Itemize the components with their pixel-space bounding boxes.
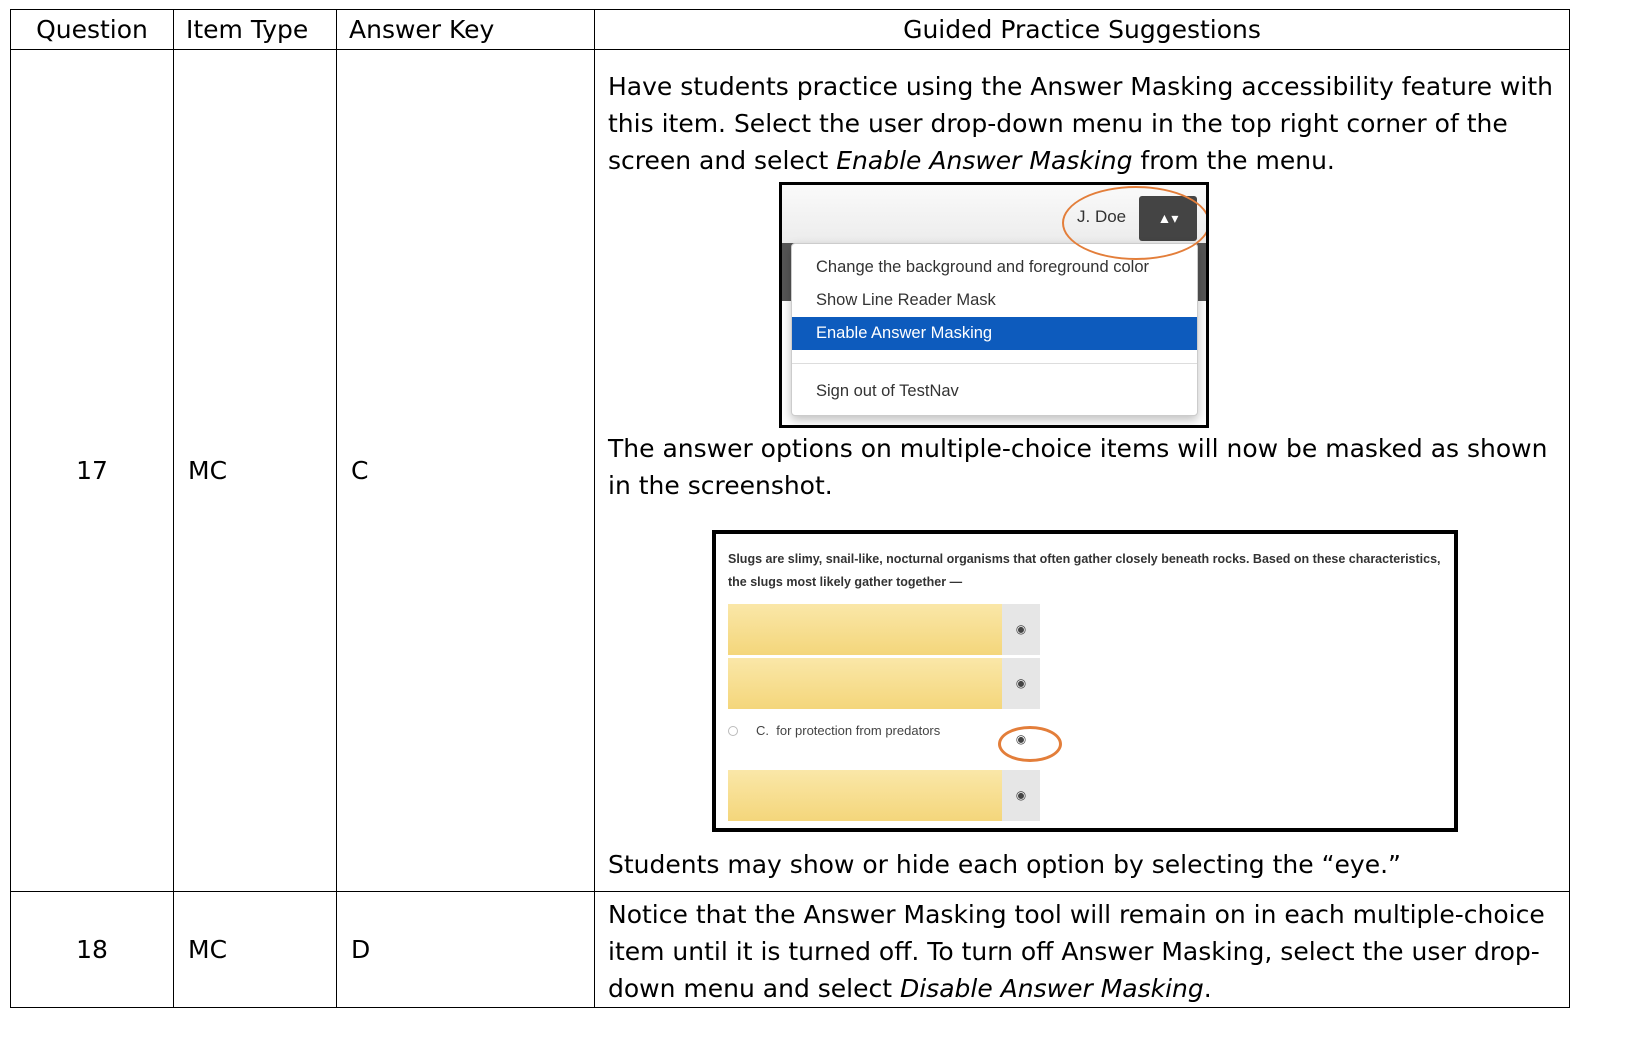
callout-circle bbox=[1062, 186, 1206, 260]
instruction-paragraph: Notice that the Answer Masking tool will… bbox=[608, 896, 1557, 1007]
instruction-paragraph: Have students practice using the Answer … bbox=[608, 68, 1557, 179]
eye-explanation: Students may show or hide each option by… bbox=[608, 850, 1401, 879]
instruction-text-end: from the menu. bbox=[1132, 146, 1335, 175]
masked-option-b bbox=[728, 658, 1002, 709]
header-guided-practice: Guided Practice Suggestions bbox=[594, 9, 1570, 50]
guided-practice-cell: Have students practice using the Answer … bbox=[594, 49, 1570, 892]
instruction-text-end: . bbox=[1203, 974, 1212, 1003]
option-letter: C. bbox=[756, 723, 769, 738]
user-menu-screenshot: J. Doe ▲▾ Change the background and fore… bbox=[779, 182, 1209, 428]
masked-explanation: The answer options on multiple-choice it… bbox=[608, 434, 1548, 500]
menu-item-line-reader: Show Line Reader Mask bbox=[816, 291, 996, 309]
item-type: MC bbox=[173, 49, 337, 892]
answer-masking-screenshot: Slugs are slimy, snail-like, nocturnal o… bbox=[712, 530, 1458, 832]
masked-option-a bbox=[728, 604, 1002, 655]
question-stem: Slugs are slimy, snail-like, nocturnal o… bbox=[728, 552, 1441, 589]
menu-item-answer-masking: Enable Answer Masking bbox=[792, 317, 1197, 350]
menu-item-sign-out: Sign out of TestNav bbox=[816, 382, 959, 400]
eye-icon: ◉ bbox=[1002, 658, 1040, 709]
eye-icon: ◉ bbox=[1002, 770, 1040, 821]
header-question: Question bbox=[10, 9, 174, 50]
radio-icon bbox=[728, 726, 738, 736]
masked-option-d bbox=[728, 770, 1002, 821]
user-dropdown-menu: Change the background and foreground col… bbox=[791, 243, 1198, 416]
callout-circle bbox=[998, 726, 1062, 762]
question-number: 18 bbox=[10, 891, 174, 1008]
header-item-type: Item Type bbox=[173, 9, 337, 50]
guided-practice-cell: Notice that the Answer Masking tool will… bbox=[594, 891, 1570, 1008]
table-row: 18 MC D Notice that the Answer Masking t… bbox=[10, 891, 1570, 1008]
option-text: for protection from predators bbox=[776, 723, 941, 738]
answer-key: C bbox=[336, 49, 595, 892]
guided-practice-table: Question Item Type Answer Key Guided Pra… bbox=[10, 9, 1570, 1008]
answer-key: D bbox=[336, 891, 595, 1008]
header-row: Question Item Type Answer Key Guided Pra… bbox=[10, 9, 1570, 50]
eye-icon: ◉ bbox=[1002, 604, 1040, 655]
instruction-emphasis: Disable Answer Masking bbox=[899, 974, 1204, 1003]
revealed-option-c: C. for protection from predators bbox=[728, 718, 1028, 744]
table-row: 17 MC C Have students practice using the… bbox=[10, 49, 1570, 892]
item-type: MC bbox=[173, 891, 337, 1008]
instruction-emphasis: Enable Answer Masking bbox=[836, 146, 1133, 175]
question-number: 17 bbox=[10, 49, 174, 892]
menu-divider bbox=[792, 363, 1197, 364]
header-answer-key: Answer Key bbox=[336, 9, 595, 50]
